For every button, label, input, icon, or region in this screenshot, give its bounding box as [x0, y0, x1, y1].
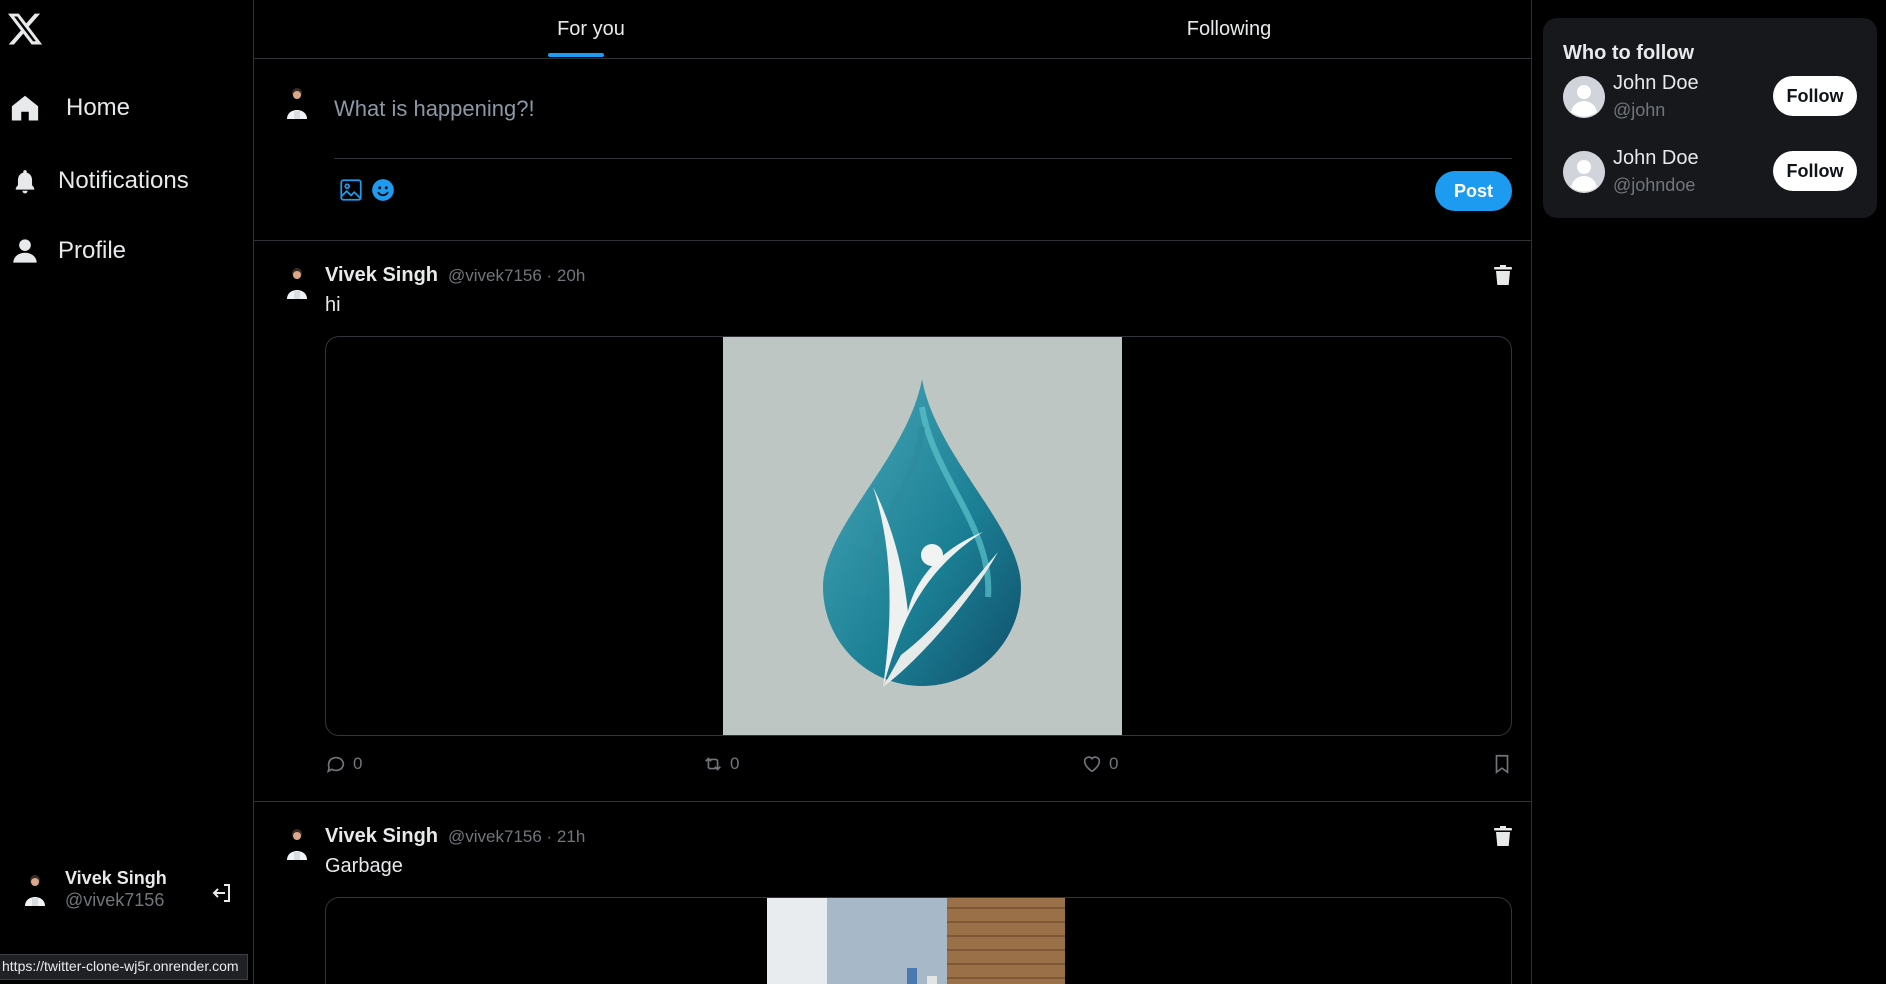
current-user-handle: @vivek7156 — [65, 890, 165, 910]
bell-icon — [8, 164, 42, 198]
sidebar-item-notifications[interactable]: Notifications — [8, 161, 189, 201]
user-icon — [8, 234, 42, 268]
compose-input[interactable] — [334, 79, 1464, 139]
post-meta: @vivek7156 · 21h — [448, 827, 586, 846]
avatar[interactable] — [282, 265, 312, 301]
repost-button[interactable]: 0 — [702, 753, 739, 775]
composer-divider — [334, 158, 1512, 159]
tab-for-you[interactable]: For you — [516, 0, 666, 58]
follow-button[interactable]: Follow — [1773, 151, 1857, 191]
bookmark-button[interactable] — [1491, 753, 1513, 775]
app-root: Home Notifications Profile Vivek Singh @… — [0, 0, 1886, 984]
home-icon — [8, 91, 42, 125]
post-meta: @vivek7156 · 20h — [448, 266, 586, 285]
current-user-name: Vivek Singh — [65, 868, 167, 889]
reply-button[interactable]: 0 — [325, 753, 362, 775]
post-media[interactable] — [325, 897, 1512, 984]
repost-icon — [705, 757, 721, 771]
post-author-name[interactable]: Vivek Singh — [325, 825, 438, 848]
feed-tabs: For you Following — [254, 0, 1532, 59]
x-logo-icon[interactable] — [6, 10, 44, 48]
post-media[interactable] — [325, 336, 1512, 736]
suggested-user-handle: @john — [1613, 100, 1666, 120]
reply-count: 0 — [353, 754, 363, 773]
avatar — [282, 85, 312, 121]
sidebar-item-label: Profile — [58, 237, 127, 264]
like-count: 0 — [1109, 754, 1119, 773]
post-text: hi — [325, 294, 341, 316]
post-image — [723, 337, 1122, 735]
suggested-user-name: John Doe — [1613, 147, 1699, 169]
sidebar-item-label: Notifications — [58, 167, 189, 194]
bookmark-icon — [1495, 754, 1509, 774]
current-user-card[interactable]: Vivek Singh @vivek7156 — [20, 862, 240, 918]
follow-button[interactable]: Follow — [1773, 76, 1857, 116]
suggested-user[interactable]: John Doe @john Follow — [1563, 72, 1863, 128]
post-item: Vivek Singh @vivek7156 · 21h Garbage — [254, 802, 1532, 984]
suggested-user[interactable]: John Doe @johndoe Follow — [1563, 147, 1863, 203]
main-column: For you Following Post Vivek Sing — [254, 0, 1532, 984]
post-image — [767, 898, 1065, 984]
post-author-name[interactable]: Vivek Singh — [325, 264, 438, 287]
post-composer: Post — [254, 59, 1532, 241]
repost-count: 0 — [730, 754, 740, 773]
trash-icon[interactable] — [1491, 263, 1515, 287]
trash-icon[interactable] — [1491, 824, 1515, 848]
emoji-icon[interactable] — [370, 177, 396, 203]
current-user-names: Vivek Singh @vivek7156 — [65, 868, 167, 911]
tab-following[interactable]: Following — [1154, 0, 1304, 58]
default-avatar-icon — [1563, 151, 1605, 193]
like-button[interactable]: 0 — [1081, 753, 1118, 775]
default-avatar-icon — [1563, 76, 1605, 118]
sidebar-item-label: Home — [66, 94, 131, 121]
post-item: Vivek Singh @vivek7156 · 20h hi 0 0 0 — [254, 241, 1532, 802]
reply-icon — [326, 756, 345, 773]
who-to-follow-title: Who to follow — [1563, 42, 1695, 64]
suggested-user-handle: @johndoe — [1613, 175, 1696, 195]
post-text: Garbage — [325, 855, 403, 877]
image-icon[interactable] — [338, 177, 364, 203]
left-sidebar: Home Notifications Profile Vivek Singh @… — [0, 0, 254, 984]
browser-status-url: https://twitter-clone-wj5r.onrender.com — [0, 954, 248, 980]
post-header: Vivek Singh @vivek7156 · 20h — [325, 264, 585, 287]
sidebar-item-profile[interactable]: Profile — [8, 231, 126, 271]
avatar — [20, 872, 50, 908]
active-tab-indicator — [548, 53, 604, 57]
suggested-user-name: John Doe — [1613, 72, 1699, 94]
logout-icon[interactable] — [210, 881, 234, 905]
post-header: Vivek Singh @vivek7156 · 21h — [325, 825, 585, 848]
post-button[interactable]: Post — [1435, 171, 1512, 211]
post-actions: 0 0 0 — [325, 753, 1515, 781]
avatar[interactable] — [282, 826, 312, 862]
sidebar-item-home[interactable]: Home — [8, 88, 130, 128]
heart-icon — [1083, 756, 1101, 773]
who-to-follow-card: Who to follow John Doe @john Follow John… — [1543, 18, 1877, 218]
